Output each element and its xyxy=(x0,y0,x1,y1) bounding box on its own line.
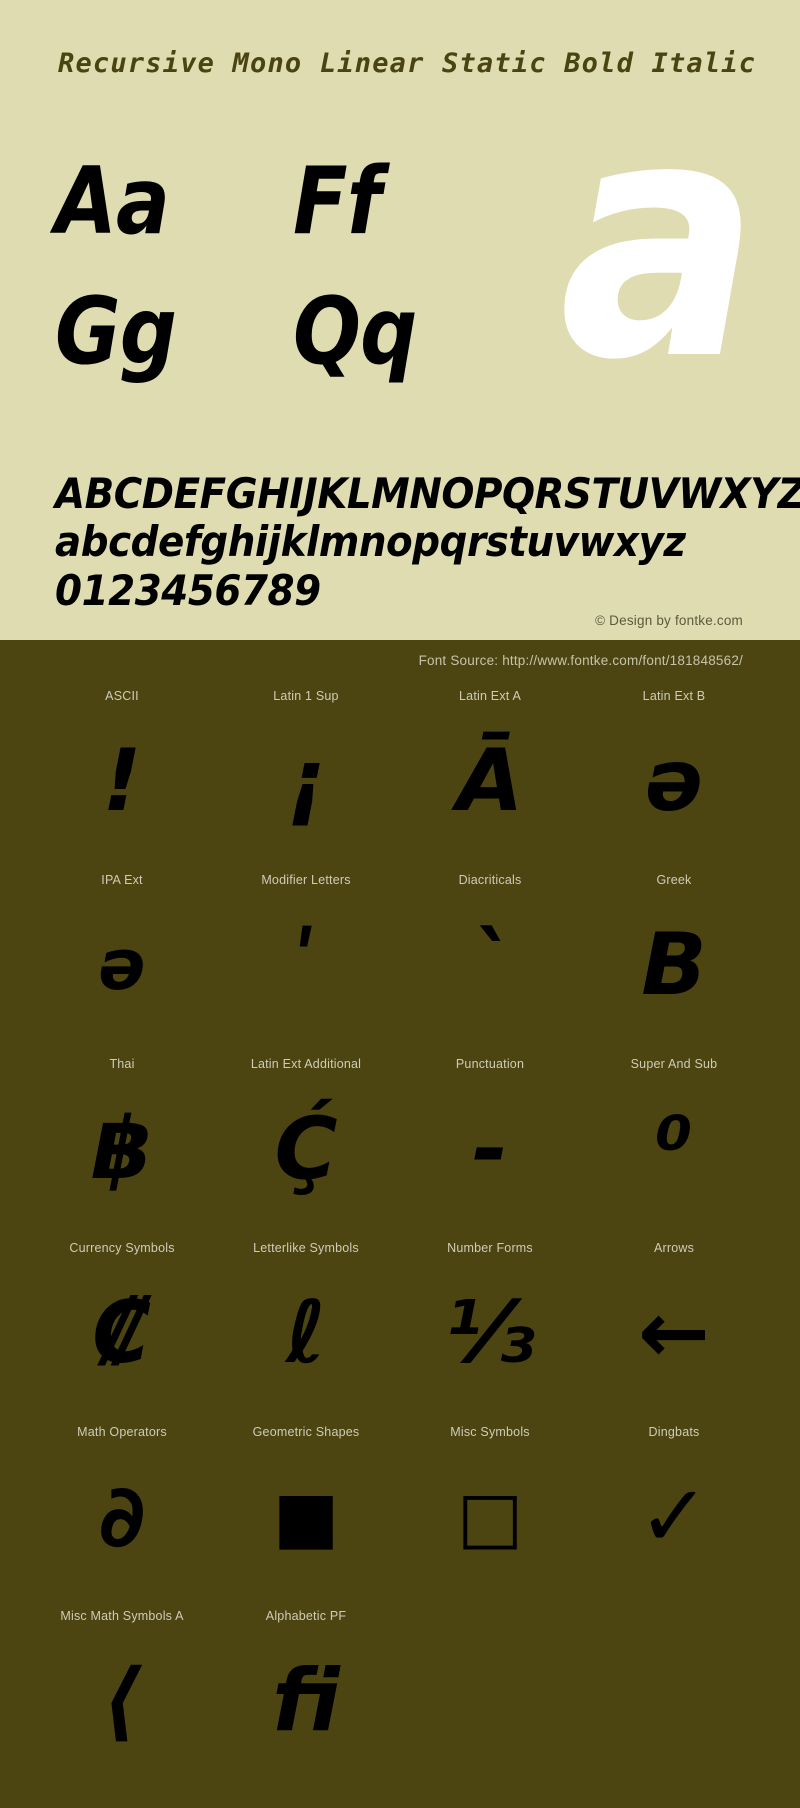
glyph-cell-label: Punctuation xyxy=(455,1057,525,1071)
glyph-cell-sample: □ xyxy=(456,1476,524,1558)
glyph-cell-thai[interactable]: Thai ฿ xyxy=(30,1054,214,1238)
alphabet-lowercase: abcdefghijklmnopqrstuvwxyz xyxy=(55,517,686,567)
glyph-cell-arrows[interactable]: Arrows ← xyxy=(582,1238,766,1422)
glyph-cell-label: IPA Ext xyxy=(101,873,143,887)
glyph-cell-misc-symbols[interactable]: Misc Symbols □ xyxy=(398,1422,582,1606)
glyph-cell-sample: ⁰ xyxy=(655,1099,693,1199)
glyph-cell-diacriticals[interactable]: Diacriticals ` xyxy=(398,870,582,1054)
letter-pair-ff: Ff xyxy=(293,147,382,255)
glyph-cell-label: Misc Symbols xyxy=(450,1425,530,1439)
glyph-cell-sample: ฿ xyxy=(92,1099,152,1199)
feature-glyph: a xyxy=(559,48,760,432)
glyph-cell-label: Thai xyxy=(109,1057,135,1071)
glyph-cell-empty xyxy=(582,1606,766,1790)
glyph-cell-sample: ₡ xyxy=(92,1283,152,1383)
letter-pair-aa: Aa xyxy=(55,147,170,255)
glyph-cell-label: Latin Ext A xyxy=(459,689,521,703)
font-source-link[interactable]: Font Source: http://www.fontke.com/font/… xyxy=(0,648,800,674)
glyph-cell-ascii[interactable]: ASCII ! xyxy=(30,686,214,870)
letter-pair-qq: Qq xyxy=(293,277,417,385)
glyph-cell-label: Arrows xyxy=(653,1241,695,1255)
glyph-cell-label: Latin Ext B xyxy=(642,689,706,703)
glyph-row: Thai ฿ Latin Ext Additional Ḉ Punctuatio… xyxy=(0,1054,800,1238)
glyph-cell-sample: ə xyxy=(98,924,146,1006)
letter-pair-samples: Aa Ff Gg Qq xyxy=(55,155,505,420)
glyph-cell-latin-ext-a[interactable]: Latin Ext A Ā xyxy=(398,686,582,870)
alphabet-block: ABCDEFGHIJKLMNOPQRSTUVWXYZ abcdefghijklm… xyxy=(55,469,800,615)
glyph-cell-sample: ■ xyxy=(272,1476,340,1558)
glyph-cell-letterlike-symbols[interactable]: Letterlike Symbols ℓ xyxy=(214,1238,398,1422)
glyph-cell-latin-ext-additional[interactable]: Latin Ext Additional Ḉ xyxy=(214,1054,398,1238)
glyph-cell-latin-1-sup[interactable]: Latin 1 Sup ¡ xyxy=(214,686,398,870)
glyph-cell-label: Latin Ext Additional xyxy=(250,1057,362,1071)
glyph-row: IPA Ext ə Modifier Letters ʹ Diacritical… xyxy=(0,870,800,1054)
glyph-cell-currency-symbols[interactable]: Currency Symbols ₡ xyxy=(30,1238,214,1422)
alphabet-digits: 0123456789 xyxy=(55,565,321,615)
glyph-grid-panel: Font Source: http://www.fontke.com/font/… xyxy=(0,640,800,1808)
glyph-row: Misc Math Symbols A ⟨ Alphabetic PF ﬁ xyxy=(0,1606,800,1790)
glyph-cell-sample: ∂ xyxy=(98,1467,146,1567)
glyph-cell-latin-ext-b[interactable]: Latin Ext B ə xyxy=(582,686,766,870)
glyph-cell-label: Greek xyxy=(656,873,692,887)
glyph-cell-sample: ⟨ xyxy=(102,1651,142,1751)
glyph-cell-label: Dingbats xyxy=(648,1425,700,1439)
glyph-cell-sample: ` xyxy=(468,915,512,1015)
glyph-cell-sample: ! xyxy=(102,731,142,831)
glyph-cell-label: Diacriticals xyxy=(458,873,522,887)
glyph-cell-misc-math-symbols-a[interactable]: Misc Math Symbols A ⟨ xyxy=(30,1606,214,1790)
alphabet-uppercase: ABCDEFGHIJKLMNOPQRSTUVWXYZ xyxy=(55,469,800,518)
glyph-cell-sample: Ḉ xyxy=(274,1099,338,1199)
glyph-cell-sample: ʹ xyxy=(293,915,319,1015)
glyph-cell-super-and-sub[interactable]: Super And Sub ⁰ xyxy=(582,1054,766,1238)
glyph-cell-label: Super And Sub xyxy=(630,1057,718,1071)
glyph-cell-dingbats[interactable]: Dingbats ✓ xyxy=(582,1422,766,1606)
glyph-cell-sample: ¡ xyxy=(286,731,326,831)
glyph-cell-empty xyxy=(398,1606,582,1790)
glyph-cell-punctuation[interactable]: Punctuation ‐ xyxy=(398,1054,582,1238)
glyph-cell-sample: Β xyxy=(641,915,707,1015)
glyph-cell-sample: ℓ xyxy=(285,1283,327,1383)
glyph-cell-sample: ﬁ xyxy=(272,1651,340,1751)
glyph-cell-sample: ⅓ xyxy=(445,1283,535,1383)
glyph-row: Math Operators ∂ Geometric Shapes ■ Misc… xyxy=(0,1422,800,1606)
glyph-cell-label: Alphabetic PF xyxy=(265,1609,347,1623)
specimen-header-panel: Recursive Mono Linear Static Bold Italic… xyxy=(0,0,800,640)
glyph-cell-label: ASCII xyxy=(105,689,139,703)
glyph-cell-sample: ‐ xyxy=(472,1099,508,1199)
glyph-cell-label: Latin 1 Sup xyxy=(273,689,339,703)
glyph-row: Currency Symbols ₡ Letterlike Symbols ℓ … xyxy=(0,1238,800,1422)
glyph-cell-geometric-shapes[interactable]: Geometric Shapes ■ xyxy=(214,1422,398,1606)
glyph-cell-alphabetic-pf[interactable]: Alphabetic PF ﬁ xyxy=(214,1606,398,1790)
glyph-cell-number-forms[interactable]: Number Forms ⅓ xyxy=(398,1238,582,1422)
letter-pair-gg: Gg xyxy=(55,277,177,385)
glyph-cell-label: Misc Math Symbols A xyxy=(60,1609,184,1623)
glyph-cell-label: Letterlike Symbols xyxy=(253,1241,359,1255)
glyph-cell-label: Modifier Letters xyxy=(261,873,351,887)
glyph-cell-greek[interactable]: Greek Β xyxy=(582,870,766,1054)
unicode-block-grid: ASCII ! Latin 1 Sup ¡ Latin Ext A Ā Lati… xyxy=(0,686,800,1790)
glyph-cell-sample: ← xyxy=(637,1283,711,1383)
glyph-cell-math-operators[interactable]: Math Operators ∂ xyxy=(30,1422,214,1606)
glyph-cell-sample: ✓ xyxy=(637,1467,711,1567)
glyph-row: ASCII ! Latin 1 Sup ¡ Latin Ext A Ā Lati… xyxy=(0,686,800,870)
font-specimen-page: Recursive Mono Linear Static Bold Italic… xyxy=(0,0,800,1808)
glyph-cell-modifier-letters[interactable]: Modifier Letters ʹ xyxy=(214,870,398,1054)
glyph-cell-label: Geometric Shapes xyxy=(252,1425,360,1439)
glyph-cell-sample: Ā xyxy=(456,731,524,831)
glyph-cell-label: Currency Symbols xyxy=(69,1241,175,1255)
glyph-cell-label: Math Operators xyxy=(77,1425,167,1439)
copyright-text: © Design by fontke.com xyxy=(595,613,743,628)
glyph-cell-label: Number Forms xyxy=(447,1241,533,1255)
glyph-cell-sample: ə xyxy=(644,731,704,831)
glyph-cell-ipa-ext[interactable]: IPA Ext ə xyxy=(30,870,214,1054)
